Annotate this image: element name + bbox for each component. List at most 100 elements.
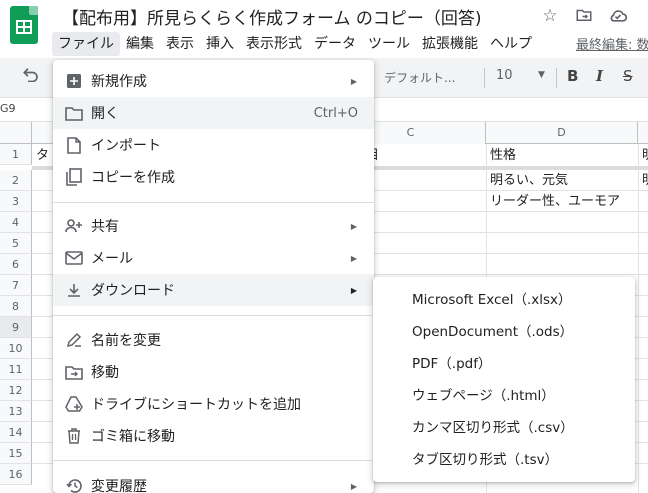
cell-e1[interactable]: 明	[642, 145, 648, 166]
submenu-item-label: カンマ区切り形式（.csv）	[412, 420, 574, 436]
strikethrough-button[interactable]: S	[623, 67, 633, 85]
move-icon[interactable]	[574, 6, 594, 26]
row-header[interactable]: 7	[0, 275, 32, 296]
cloud-status-icon[interactable]	[608, 6, 628, 26]
download-tsv[interactable]: タブ区切り形式（.tsv）	[373, 442, 635, 474]
menu-divider	[53, 315, 374, 316]
download-xlsx[interactable]: Microsoft Excel（.xlsx）	[373, 282, 635, 314]
menu-item-label: インポート	[91, 138, 161, 154]
cell-d3[interactable]: リーダー性、ユーモア	[490, 191, 620, 212]
menu-item-label: ドライブにショートカットを追加	[91, 397, 301, 413]
download-submenu: Microsoft Excel（.xlsx） OpenDocument（.ods…	[373, 277, 635, 482]
menu-item-import[interactable]: インポート	[53, 129, 374, 161]
italic-button[interactable]: I	[596, 67, 603, 85]
folder-icon	[64, 103, 84, 123]
menu-item-new[interactable]: 新規作成 ▶	[53, 65, 374, 97]
file-menu: 新規作成 ▶ 開く Ctrl+O インポート コピーを作成 共有 ▶ メール ▶	[53, 60, 374, 493]
download-html[interactable]: ウェブページ（.html）	[373, 378, 635, 410]
row-header[interactable]: 14	[0, 422, 32, 443]
menu-item-email[interactable]: メール ▶	[53, 242, 374, 274]
row-header[interactable]: 12	[0, 380, 32, 401]
row-header[interactable]: 6	[0, 254, 32, 275]
font-size-select[interactable]: 10	[496, 68, 513, 83]
menu-item-label: 名前を変更	[91, 333, 161, 349]
row-header[interactable]: 4	[0, 212, 32, 233]
sheets-logo-icon[interactable]	[10, 6, 38, 44]
copy-icon	[64, 167, 84, 187]
menu-tools[interactable]: ツール	[362, 32, 416, 56]
download-icon	[64, 280, 84, 300]
menu-item-label: 変更履歴	[91, 479, 147, 493]
move-folder-icon	[64, 362, 84, 382]
menu-help[interactable]: ヘルプ	[484, 32, 538, 56]
menu-file[interactable]: ファイル	[52, 32, 120, 56]
history-icon	[64, 476, 84, 493]
menu-data[interactable]: データ	[308, 32, 362, 56]
new-sheet-icon	[64, 71, 84, 91]
cell-a1[interactable]: タ	[36, 145, 49, 166]
menu-item-download[interactable]: ダウンロード ▶	[53, 274, 374, 306]
trash-icon	[64, 426, 84, 446]
undo-icon[interactable]	[22, 66, 40, 87]
menu-item-label: 開く	[91, 106, 119, 122]
menu-view[interactable]: 表示	[160, 32, 200, 56]
grid-line	[638, 144, 639, 493]
last-edit-link[interactable]: 最終編集: 数	[576, 34, 648, 53]
row-header-selected[interactable]: 9	[0, 317, 32, 338]
row-header[interactable]: 15	[0, 443, 32, 464]
font-family-select[interactable]: デフォルト...	[384, 69, 455, 86]
cell-d2[interactable]: 明るい、元気	[490, 170, 568, 191]
menu-item-label: 移動	[91, 365, 119, 381]
row-header[interactable]: 5	[0, 233, 32, 254]
star-icon[interactable]: ☆	[540, 6, 560, 26]
menu-item-version-history[interactable]: 変更履歴 ▶	[53, 470, 374, 493]
row-header[interactable]: 1	[0, 144, 32, 165]
select-all-corner[interactable]	[0, 122, 32, 144]
menu-item-label: メール	[91, 251, 133, 267]
download-pdf[interactable]: PDF（.pdf）	[373, 346, 635, 378]
menu-item-rename[interactable]: 名前を変更	[53, 324, 374, 356]
submenu-arrow-icon: ▶	[350, 76, 357, 86]
row-header[interactable]: 16	[0, 464, 32, 485]
menu-item-label: コピーを作成	[91, 170, 175, 186]
menu-item-label: 共有	[91, 219, 119, 235]
file-icon	[64, 135, 84, 155]
bold-button[interactable]: B	[567, 67, 578, 85]
title-bar: 【配布用】所見らくらく作成フォーム のコピー（回答) ☆ ファイル 編集 表示 …	[0, 0, 648, 58]
menu-item-share[interactable]: 共有 ▶	[53, 210, 374, 242]
menu-extensions[interactable]: 拡張機能	[416, 32, 484, 56]
menu-item-shortcut: Ctrl+O	[313, 105, 358, 121]
cell-d1[interactable]: 性格	[490, 145, 516, 166]
menu-item-add-shortcut[interactable]: ドライブにショートカットを追加	[53, 388, 374, 420]
menu-insert[interactable]: 挿入	[200, 32, 240, 56]
row-header[interactable]: 8	[0, 296, 32, 317]
submenu-item-label: PDF（.pdf）	[412, 356, 492, 372]
download-ods[interactable]: OpenDocument（.ods）	[373, 314, 635, 346]
row-header[interactable]: 13	[0, 401, 32, 422]
menu-edit[interactable]: 編集	[120, 32, 160, 56]
menu-item-make-copy[interactable]: コピーを作成	[53, 161, 374, 193]
toolbar-divider	[556, 68, 557, 88]
submenu-arrow-icon: ▶	[350, 481, 357, 491]
submenu-item-label: ウェブページ（.html）	[412, 388, 555, 404]
menu-item-label: ダウンロード	[91, 283, 175, 299]
rename-icon	[64, 330, 84, 350]
menu-divider	[53, 460, 374, 461]
menu-item-trash[interactable]: ゴミ箱に移動	[53, 420, 374, 452]
drive-shortcut-icon	[64, 394, 84, 414]
column-header-d[interactable]: D	[486, 122, 638, 144]
menu-format[interactable]: 表示形式	[240, 32, 308, 56]
menu-item-open[interactable]: 開く Ctrl+O	[53, 97, 374, 129]
mail-icon	[64, 248, 84, 268]
row-header[interactable]: 2	[0, 170, 32, 191]
row-header[interactable]: 10	[0, 338, 32, 359]
submenu-arrow-icon: ▶	[350, 253, 357, 263]
name-box[interactable]: G9	[0, 102, 16, 115]
document-title[interactable]: 【配布用】所見らくらく作成フォーム のコピー（回答)	[62, 4, 482, 29]
row-header[interactable]: 3	[0, 191, 32, 212]
menu-item-move[interactable]: 移動	[53, 356, 374, 388]
row-header[interactable]: 11	[0, 359, 32, 380]
chevron-down-icon[interactable]: ▼	[538, 70, 545, 80]
cell-e2[interactable]: 明	[642, 170, 648, 191]
download-csv[interactable]: カンマ区切り形式（.csv）	[373, 410, 635, 442]
